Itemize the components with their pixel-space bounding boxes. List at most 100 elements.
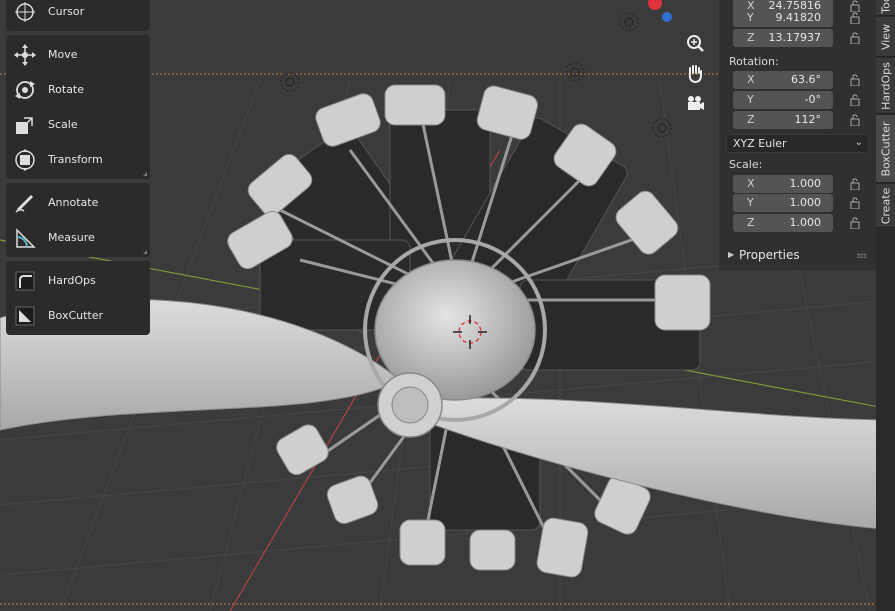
measure-icon: [12, 225, 38, 251]
tool-shelf: Cursor Move Rotate Scale Transform Annot…: [6, 0, 150, 339]
boxcutter-icon: [12, 303, 38, 329]
axis-label: Y: [747, 93, 754, 106]
location-z-field[interactable]: Z 13.17937: [733, 29, 833, 47]
lock-icon[interactable]: [849, 197, 861, 209]
tool-group-addons: HardOps BoxCutter: [6, 261, 150, 335]
location-y-value: 9.41820: [775, 11, 822, 24]
tool-rotate[interactable]: Rotate: [6, 72, 150, 107]
tool-group-cursor: Cursor: [6, 0, 150, 31]
hand-pan-icon[interactable]: [682, 60, 708, 86]
tool-measure[interactable]: Measure: [6, 220, 150, 255]
tool-rotate-label: Rotate: [48, 83, 85, 96]
hardops-icon: [12, 268, 38, 294]
axis-label: Y: [747, 196, 754, 209]
rotation-z-value: 112°: [794, 113, 822, 126]
tool-boxcutter-label: BoxCutter: [48, 309, 104, 322]
scale-z-row: Z 1.000: [727, 214, 867, 233]
tool-annotate[interactable]: Annotate: [6, 185, 150, 220]
tab-view-label: View: [879, 23, 892, 50]
axis-label: X: [747, 177, 755, 190]
rotation-x-row: X 63.6°: [727, 71, 867, 90]
tool-move-label: Move: [48, 48, 78, 61]
rotation-y-value: -0°: [804, 93, 821, 106]
rotation-mode-value: XYZ Euler: [733, 137, 787, 150]
properties-label: Properties: [739, 248, 800, 262]
tool-cursor-label: Cursor: [48, 5, 85, 18]
drag-handle-icon[interactable]: [857, 253, 867, 258]
properties-panel-header[interactable]: ▶ Properties: [726, 248, 869, 264]
tool-scale[interactable]: Scale: [6, 107, 150, 142]
zoom-icon[interactable]: [682, 30, 708, 56]
axis-label: Z: [747, 113, 755, 126]
scale-x-row: X 1.000: [727, 175, 867, 194]
tool-scale-label: Scale: [48, 118, 78, 131]
rotation-y-field[interactable]: Y -0°: [733, 91, 833, 109]
scale-icon: [12, 112, 38, 138]
tool-transform-label: Transform: [48, 153, 103, 166]
tab-hardops[interactable]: HardOps: [876, 58, 895, 114]
sidebar-tabs: Tool View HardOps BoxCutter Create: [876, 0, 895, 611]
tool-group-transform: Move Rotate Scale Transform: [6, 35, 150, 179]
location-y-row: Y 9.41820: [727, 9, 867, 28]
cursor-icon: [12, 0, 38, 25]
tool-annotate-label: Annotate: [48, 196, 99, 209]
camera-icon[interactable]: [682, 90, 708, 116]
tab-boxcutter-label: BoxCutter: [879, 120, 892, 177]
gizmo-z-circle: [662, 12, 672, 22]
axis-label: Z: [747, 216, 755, 229]
scale-y-row: Y 1.000: [727, 194, 867, 213]
tab-tool-label: Tool: [879, 0, 892, 14]
lock-icon[interactable]: [849, 12, 861, 24]
viewport-navigation: [682, 30, 710, 120]
location-y-field[interactable]: Y 9.41820: [733, 9, 833, 27]
scale-z-value: 1.000: [789, 216, 822, 229]
scale-x-value: 1.000: [789, 177, 822, 190]
rotate-icon: [12, 77, 38, 103]
tool-move[interactable]: Move: [6, 37, 150, 72]
annotate-icon: [12, 190, 38, 216]
expand-triangle-icon: ▶: [728, 250, 735, 259]
lock-icon[interactable]: [849, 32, 861, 44]
location-z-row: Z 13.17937: [727, 29, 867, 48]
tool-boxcutter[interactable]: BoxCutter: [6, 298, 150, 333]
tab-hardops-label: HardOps: [879, 61, 892, 110]
tool-hardops-label: HardOps: [48, 274, 96, 287]
lock-icon[interactable]: [849, 217, 861, 229]
tool-cursor[interactable]: Cursor: [6, 0, 150, 29]
tool-group-expand-corner[interactable]: [143, 250, 147, 254]
lock-icon[interactable]: [849, 74, 861, 86]
tool-measure-label: Measure: [48, 231, 95, 244]
rotation-x-value: 63.6°: [791, 73, 821, 86]
scale-y-value: 1.000: [789, 196, 822, 209]
lock-icon[interactable]: [849, 114, 861, 126]
tool-hardops[interactable]: HardOps: [6, 263, 150, 298]
tool-transform[interactable]: Transform: [6, 142, 150, 177]
chevron-down-icon: ⌄: [854, 137, 863, 148]
location-z-value: 13.17937: [768, 31, 822, 44]
rotation-z-row: Z 112°: [727, 111, 867, 130]
rotation-x-field[interactable]: X 63.6°: [733, 71, 833, 89]
scale-z-field[interactable]: Z 1.000: [733, 214, 833, 232]
axis-label: Z: [747, 31, 755, 44]
rotation-label: Rotation:: [729, 55, 779, 68]
tab-create[interactable]: Create: [876, 184, 895, 228]
sidebar-transform-panel: X 24.75816 Y 9.41820 Z 13.17937 Rotation…: [719, 0, 876, 270]
gizmo-x-circle: [648, 0, 662, 10]
tab-tool[interactable]: Tool: [876, 0, 895, 16]
axis-label: Y: [747, 11, 754, 24]
tab-view[interactable]: View: [876, 17, 895, 57]
scale-label: Scale:: [729, 158, 763, 171]
axis-label: X: [747, 73, 755, 86]
tool-group-expand-corner[interactable]: [143, 172, 147, 176]
lock-icon[interactable]: [849, 94, 861, 106]
rotation-y-row: Y -0°: [727, 91, 867, 110]
tab-create-label: Create: [879, 187, 892, 224]
lock-icon[interactable]: [849, 178, 861, 190]
tab-boxcutter[interactable]: BoxCutter: [876, 115, 895, 183]
move-icon: [12, 42, 38, 68]
tool-group-annotate: Annotate Measure: [6, 183, 150, 257]
scale-y-field[interactable]: Y 1.000: [733, 194, 833, 212]
scale-x-field[interactable]: X 1.000: [733, 175, 833, 193]
rotation-z-field[interactable]: Z 112°: [733, 111, 833, 129]
rotation-mode-dropdown[interactable]: XYZ Euler ⌄: [726, 134, 869, 153]
